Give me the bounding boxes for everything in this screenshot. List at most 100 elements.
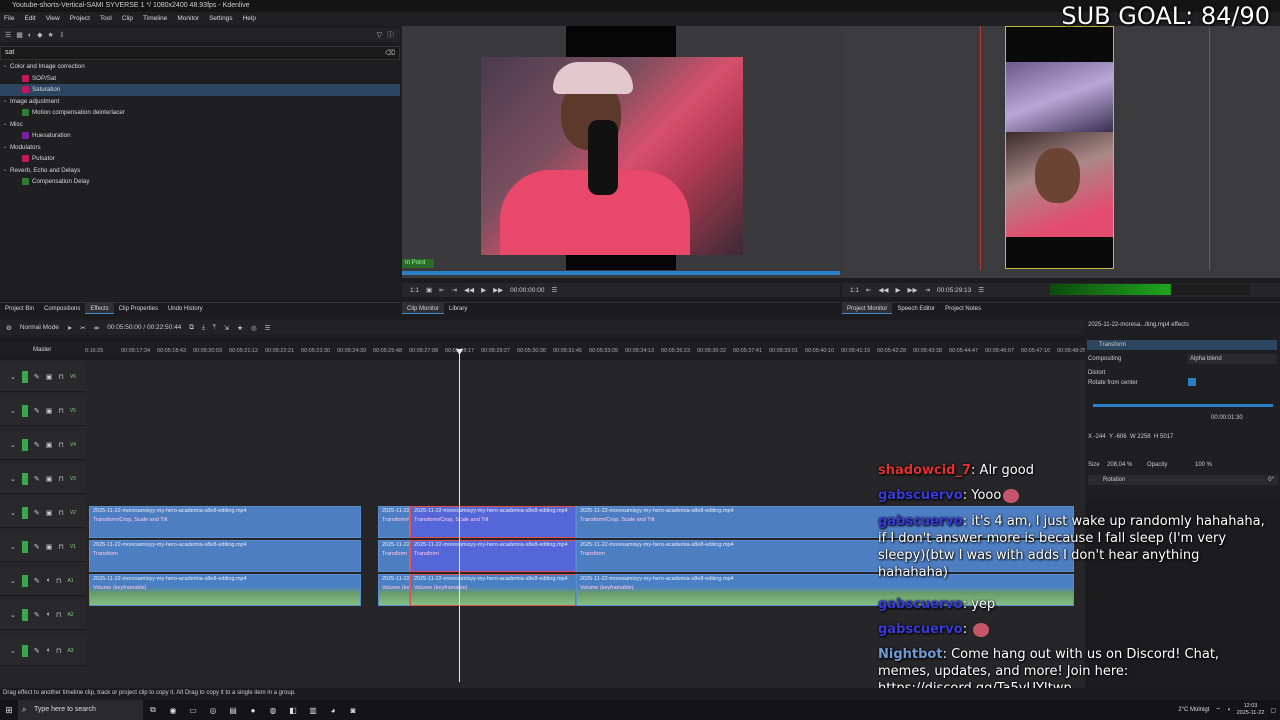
collapse-icon[interactable]: ⌄ [10,407,16,415]
menu-icon[interactable]: ☰ [551,286,557,294]
lock-icon[interactable]: ⊓ [56,611,61,619]
track-tag[interactable] [21,540,28,553]
menu-timeline[interactable]: Timeline [143,12,167,26]
menu-file[interactable]: File [4,12,14,26]
video-clip[interactable]: 2025-11-22-moresamisyy-my-hero-academia-… [410,506,576,538]
taskbar-search[interactable]: ⌕ Type here to search [18,700,143,720]
chevron-down-icon[interactable]: ⌄ [0,61,10,73]
play-icon[interactable]: ▶ [481,286,486,294]
tab-clip-properties[interactable]: Clip Properties [114,303,163,314]
effect-timecode[interactable]: 00:00:01:30 [1211,413,1243,423]
forward-icon[interactable]: ▶▶ [908,286,918,294]
track-header[interactable]: ⌄ ✎ ◖ ⊓ A1 [0,566,85,596]
clip-monitor-zoom[interactable]: 1:1 [410,287,419,294]
weather-text[interactable]: 2°C Molnigt [1178,707,1209,713]
playhead[interactable] [459,352,460,682]
audio-clip[interactable]: 2025-11-22-moresamisyy-my-hero-academia-… [89,574,361,606]
audio-effects-icon[interactable]: ◐ [28,32,32,39]
keyframe-slider[interactable] [1093,404,1273,407]
set-in-icon[interactable]: ⇤ [439,286,444,294]
edit-icon[interactable]: ✎ [34,407,40,415]
menu-edit[interactable]: Edit [24,12,35,26]
lock-icon[interactable]: ⊓ [58,441,63,449]
set-out-icon[interactable]: ⇥ [925,286,930,294]
track-header[interactable]: ⌄ ✎ ▣ ⊓ V3 [0,464,85,494]
edit-icon[interactable]: ✎ [34,577,40,585]
collapse-icon[interactable]: ⌄ [10,647,16,655]
clip-monitor-timecode[interactable]: 00:00:00:00 [510,287,544,294]
obs-icon[interactable]: ◙ [343,706,363,715]
lift-icon[interactable]: ⤒ [213,324,216,332]
lock-icon[interactable]: ⊓ [58,373,63,381]
track-tag[interactable] [21,644,28,657]
track-header[interactable]: ⌄ ✎ ▣ ⊓ V4 [0,430,85,460]
audio-clip[interactable]: 2025-11-22-moresamisyy-my-hero-academia-… [410,574,576,606]
track-tag[interactable] [21,506,28,519]
project-monitor-timecode[interactable]: 00:05:29:13 [937,287,971,294]
track-header[interactable]: ⌄ ✎ ◖ ⊓ A3 [0,636,85,666]
y-field[interactable]: -606 [1115,434,1127,440]
edit-icon[interactable]: ✎ [34,373,40,381]
lock-icon[interactable]: ⊓ [58,543,63,551]
lock-icon[interactable]: ⊓ [58,475,63,483]
favorites-icon[interactable]: ★ [48,31,54,39]
clip-monitor-ruler[interactable] [402,271,840,275]
store-icon[interactable]: ▤ [223,706,243,715]
menu-view[interactable]: View [46,12,60,26]
menu-help[interactable]: Help [243,12,256,26]
project-monitor-zoom[interactable]: 1:1 [850,287,859,294]
effect-transform-header[interactable]: Transform [1087,340,1277,350]
tab-project-notes[interactable]: Project Notes [940,303,986,314]
effect-category[interactable]: ⌄ Misc [0,119,400,131]
edit-mode-select[interactable]: Normal Mode [20,324,59,331]
tab-undo-history[interactable]: Undo History [163,303,208,314]
extract-icon[interactable]: ⇲ [224,324,229,332]
menu-tool[interactable]: Tool [100,12,112,26]
kdenlive-icon[interactable]: ◧ [283,706,303,715]
file-explorer-icon[interactable]: ▭ [183,706,203,715]
edit-icon[interactable]: ✎ [34,509,40,517]
menu-monitor[interactable]: Monitor [177,12,199,26]
video-clip[interactable]: 2025-11-22-m Transform [378,540,410,572]
spotify-icon[interactable]: ◍ [263,706,283,715]
collapse-icon[interactable]: ⌄ [10,373,16,381]
video-clip[interactable]: 2025-11-22-moresamisyy-my-hero-academia-… [89,540,361,572]
edit-icon[interactable]: ✎ [34,543,40,551]
menu-project[interactable]: Project [70,12,90,26]
monitor-icon[interactable]: ▣ [46,407,53,415]
menu-icon[interactable]: ☰ [978,286,984,294]
spacer-tool-icon[interactable]: ⇹ [94,324,99,332]
info-icon[interactable]: ⓘ [387,30,394,40]
video-clip[interactable]: 2025-11-22-m Transform/Crop, Scale and Ti… [378,506,410,538]
video-clip[interactable]: 2025-11-22-moresamisyy-my-hero-academia-… [89,506,361,538]
snap-icon[interactable]: ◎ [251,324,257,332]
monitor-icon[interactable]: ▣ [46,509,53,517]
discord-icon[interactable]: ◕ [323,706,343,715]
set-out-icon[interactable]: ⇥ [452,286,457,294]
menu-clip[interactable]: Clip [122,12,133,26]
video-clip[interactable]: 2025-11-22-moresamisyy-my-hero-academia-… [410,540,576,572]
tab-library[interactable]: Library [444,303,472,314]
chevron-down-icon[interactable]: ⌄ [0,142,10,154]
set-in-icon[interactable]: ⇤ [866,286,871,294]
track-header[interactable]: ⌄ ✎ ▣ ⊓ V1 [0,532,85,562]
effect-category[interactable]: ⌄ Reverb, Echo and Delays [0,165,400,177]
effect-item[interactable]: Huesaturation [0,130,400,142]
x-field[interactable]: -244 [1094,434,1106,440]
effect-item[interactable]: Compensation Delay [0,176,400,188]
notes-icon[interactable]: ▥ [303,706,323,715]
edit-icon[interactable]: ✎ [34,611,40,619]
lock-icon[interactable]: ⊓ [56,577,61,585]
monitor-icon[interactable]: ▣ [46,475,53,483]
filter-icon[interactable]: ▽ [377,31,382,39]
effect-item[interactable]: Pulsator [0,153,400,165]
effects-search-input[interactable]: sat ⌫ [0,46,400,60]
audio-clip[interactable]: 2025-11-22-m Volume (keyframable) [378,574,410,606]
track-tag[interactable] [21,472,28,485]
track-header[interactable]: ⌄ ✎ ▣ ⊓ V5 [0,396,85,426]
monitor-icon[interactable]: ▣ [46,543,53,551]
rewind-icon[interactable]: ◀◀ [879,286,889,294]
lock-icon[interactable]: ⊓ [58,407,63,415]
timeline-position[interactable]: 00:05:50:00 / 00:22:50:44 [107,324,181,331]
browser-icon[interactable]: ● [243,706,263,715]
